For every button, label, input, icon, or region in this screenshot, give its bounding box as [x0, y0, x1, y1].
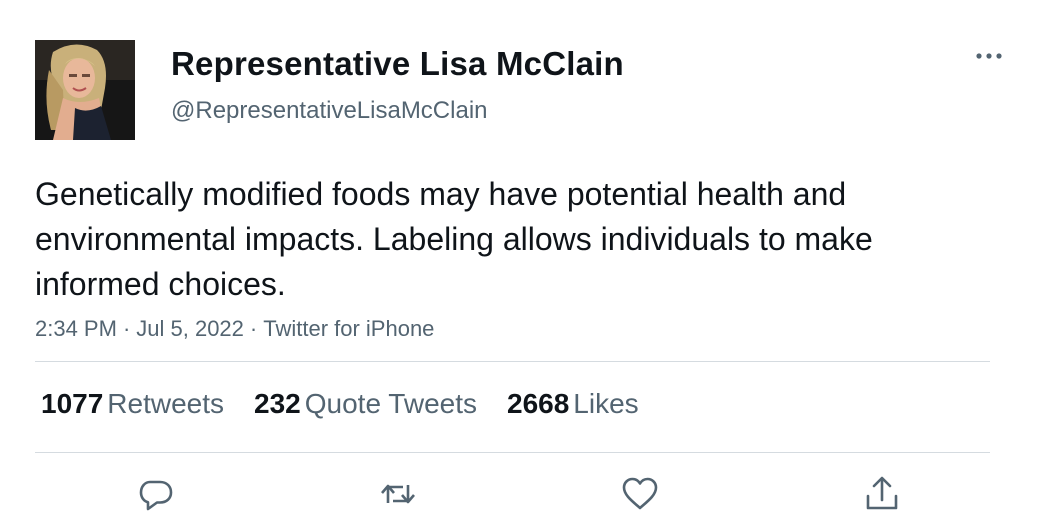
- quote-tweets-count: 232: [254, 388, 301, 419]
- more-horizontal-icon: [976, 53, 1002, 59]
- quote-tweets-label: Quote Tweets: [304, 388, 477, 419]
- tweet-date[interactable]: Jul 5, 2022: [136, 316, 244, 341]
- divider: [35, 452, 990, 453]
- retweets-count: 1077: [41, 388, 104, 419]
- share-button[interactable]: [862, 474, 902, 514]
- tweet-metadata: 2:34 PM · Jul 5, 2022 · Twitter for iPhone: [35, 316, 434, 342]
- action-bar: [0, 474, 1050, 514]
- tweet-text: Genetically modified foods may have pote…: [35, 176, 873, 302]
- reply-button[interactable]: [136, 474, 176, 514]
- more-options-button[interactable]: [970, 42, 1008, 70]
- divider: [35, 361, 990, 362]
- likes-stat[interactable]: 2668 Likes: [507, 388, 639, 420]
- share-icon: [866, 476, 898, 510]
- quote-tweets-stat[interactable]: 232 Quote Tweets: [254, 388, 477, 420]
- tweet-source[interactable]: Twitter for iPhone: [263, 316, 434, 341]
- retweet-icon: [381, 484, 415, 504]
- reply-icon: [139, 480, 173, 511]
- meta-separator: ·: [249, 316, 258, 341]
- retweet-button[interactable]: [378, 474, 418, 514]
- likes-label: Likes: [573, 388, 639, 419]
- likes-count: 2668: [507, 388, 570, 419]
- avatar[interactable]: [35, 40, 135, 140]
- profile-photo-icon: [35, 40, 135, 140]
- engagement-stats: 1077 Retweets 232 Quote Tweets 2668 Likes: [41, 388, 669, 420]
- tweet-card: Representative Lisa McClain @Representat…: [0, 0, 1050, 525]
- meta-separator: ·: [122, 316, 131, 341]
- user-handle[interactable]: @RepresentativeLisaMcClain: [171, 97, 488, 125]
- like-button[interactable]: [620, 474, 660, 514]
- retweets-stat[interactable]: 1077 Retweets: [41, 388, 224, 420]
- display-name[interactable]: Representative Lisa McClain: [171, 45, 624, 83]
- retweets-label: Retweets: [107, 388, 225, 419]
- tweet-time[interactable]: 2:34 PM: [35, 316, 117, 341]
- heart-icon: [622, 477, 658, 510]
